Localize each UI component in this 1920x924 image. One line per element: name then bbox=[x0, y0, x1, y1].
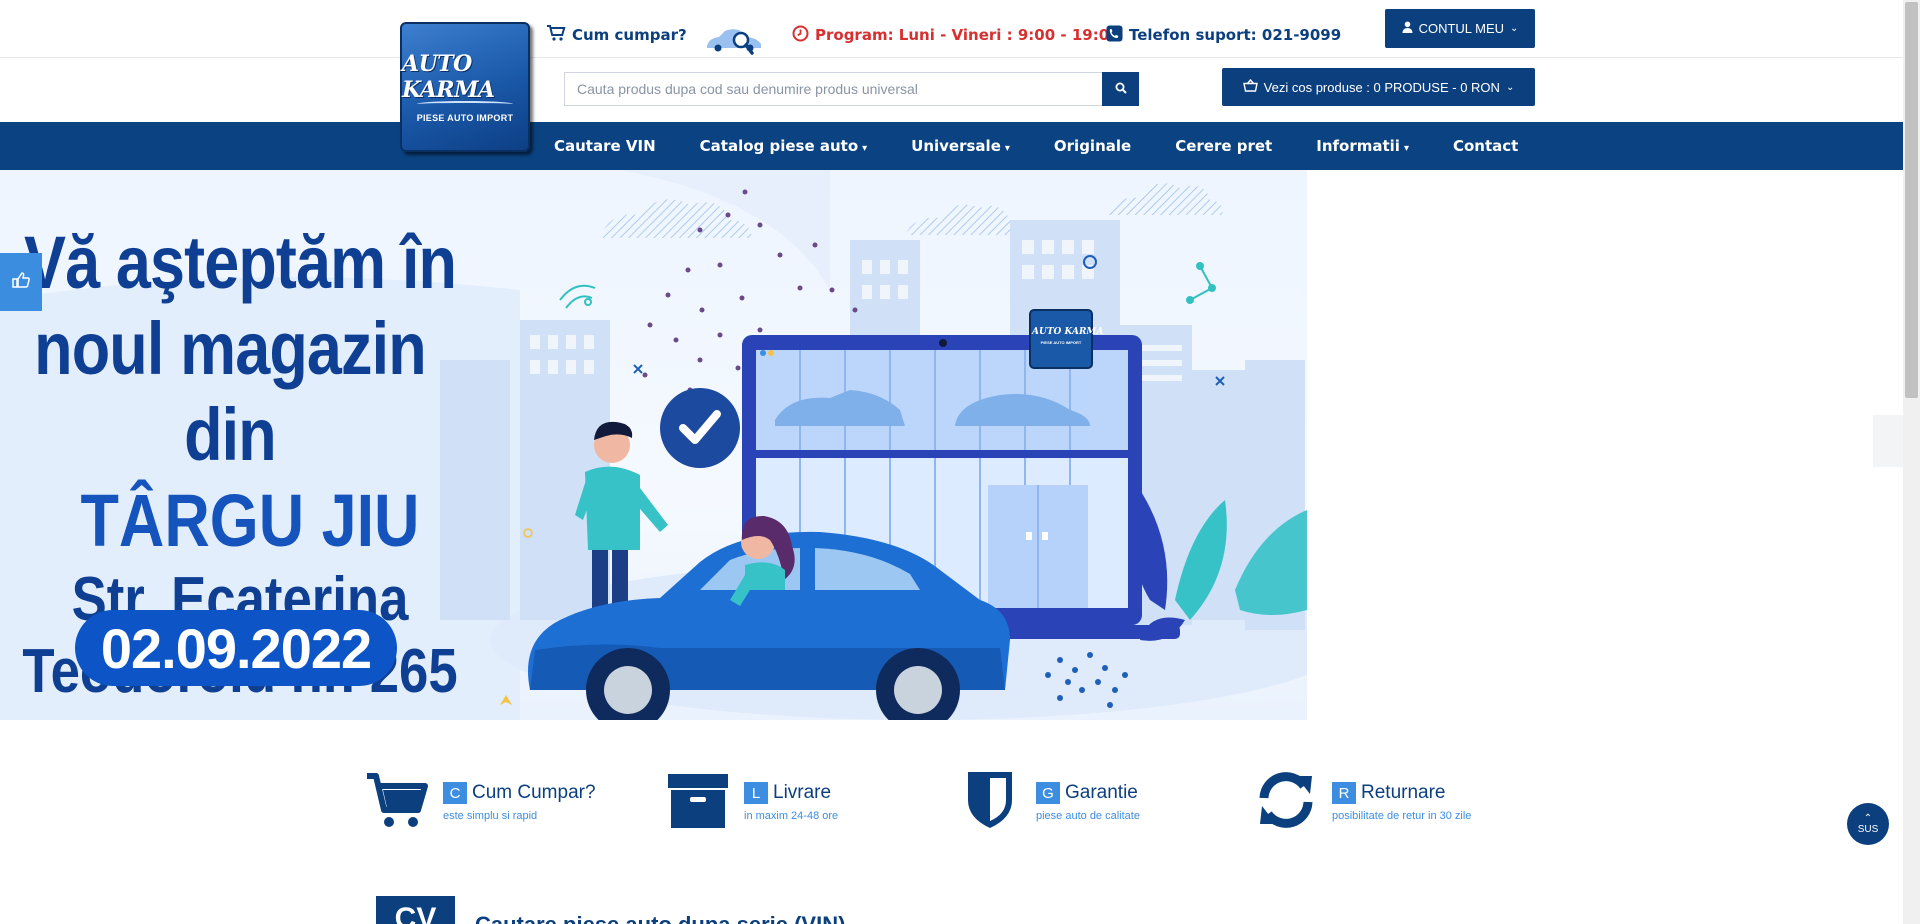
side-widget[interactable] bbox=[1873, 415, 1903, 467]
refresh-icon bbox=[1254, 770, 1318, 830]
scroll-top-label: SUS bbox=[1857, 824, 1879, 835]
feature-livrare[interactable]: L Livrare in maxim 24-48 ore bbox=[666, 770, 838, 840]
feedback-tab[interactable] bbox=[0, 253, 42, 311]
schedule-info: Program: Luni - Vineri : 9:00 - 19:00 bbox=[792, 24, 1120, 46]
feature-title: C Cum Cumpar? bbox=[443, 782, 596, 804]
feature-subtitle: este simplu si rapid bbox=[443, 810, 538, 822]
cart-icon bbox=[365, 770, 429, 830]
banner-line-3: TÂRGU JIU bbox=[80, 479, 420, 562]
main-nav: Cautare VIN Catalog piese auto ▾ Universa… bbox=[0, 122, 1903, 170]
search-bar bbox=[564, 72, 1139, 106]
nav-label: Informatii bbox=[1316, 137, 1400, 155]
how-to-buy-link[interactable]: Cum cumpar? bbox=[546, 24, 687, 46]
how-to-buy-label: Cum cumpar? bbox=[572, 26, 687, 44]
feature-returnare[interactable]: R Returnare posibilitate de retur in 30 z… bbox=[1254, 770, 1471, 840]
nav-label: Catalog piese auto bbox=[699, 137, 859, 155]
feature-title-text: Cum Cumpar? bbox=[472, 782, 596, 803]
search-input[interactable] bbox=[564, 72, 1102, 106]
site-logo[interactable]: AUTO KARMA PIESE AUTO IMPORT bbox=[400, 22, 530, 152]
feature-title: L Livrare bbox=[744, 782, 838, 804]
phone-icon bbox=[1106, 25, 1123, 46]
feature-text: G Garantie piese auto de calitate bbox=[1036, 770, 1140, 822]
feature-text: R Returnare posibilitate de retur in 30 z… bbox=[1332, 770, 1471, 822]
caret-down-icon: ▾ bbox=[1403, 143, 1409, 154]
car-search-icon[interactable] bbox=[705, 26, 765, 58]
logo-tagline: PIESE AUTO IMPORT bbox=[416, 113, 514, 123]
search-button[interactable] bbox=[1102, 72, 1139, 106]
nav-label: Contact bbox=[1452, 137, 1519, 155]
feature-subtitle: posibilitate de retur in 30 zile bbox=[1332, 810, 1472, 822]
caret-down-icon: ▾ bbox=[1004, 143, 1010, 154]
nav-item-originale[interactable]: Originale bbox=[1032, 137, 1153, 155]
feature-letter: C bbox=[443, 782, 467, 804]
promo-banner[interactable]: Vă aşteptăm în noul magazin din TÂRGU JI… bbox=[0, 170, 1307, 720]
phone-info[interactable]: Telefon suport: 021-9099 bbox=[1106, 24, 1341, 46]
page: AUTO KARMA PIESE AUTO IMPORT Cum cumpar?… bbox=[0, 0, 1920, 924]
nav-label: Universale bbox=[911, 137, 1001, 155]
shield-icon bbox=[958, 770, 1022, 830]
screen-logo-brand: AUTO KARMA bbox=[1032, 327, 1104, 337]
chevron-down-icon: ⌄ bbox=[1505, 81, 1515, 93]
nav-item-contact[interactable]: Contact bbox=[1431, 137, 1540, 155]
feature-text: C Cum Cumpar? este simplu si rapid bbox=[443, 770, 596, 822]
user-icon bbox=[1402, 21, 1413, 36]
nav-item-universale[interactable]: Universale ▾ bbox=[889, 137, 1032, 155]
cart-button[interactable]: Vezi cos produse : 0 PRODUSE - 0 RON ⌄ bbox=[1222, 68, 1535, 106]
feature-title-text: Livrare bbox=[773, 782, 832, 803]
cart-icon bbox=[546, 24, 566, 46]
nav-item-informatii[interactable]: Informatii ▾ bbox=[1294, 137, 1431, 155]
chevron-up-icon: ⌃ bbox=[1863, 813, 1873, 824]
feature-garantie[interactable]: G Garantie piese auto de calitate bbox=[958, 770, 1140, 840]
feature-text: L Livrare in maxim 24-48 ore bbox=[744, 770, 838, 822]
cart-label: Vezi cos produse : 0 PRODUSE - 0 RON bbox=[1263, 79, 1500, 95]
feature-title-text: Returnare bbox=[1361, 782, 1446, 803]
feature-cum-cumpar[interactable]: C Cum Cumpar? este simplu si rapid bbox=[365, 770, 596, 840]
feature-title-text: Garantie bbox=[1065, 782, 1138, 803]
nav-label: Originale bbox=[1053, 137, 1132, 155]
account-button[interactable]: CONTUL MEU ⌄ bbox=[1385, 9, 1535, 48]
vin-section-title: Cautare piese auto dupa serie (VIN) bbox=[475, 912, 845, 924]
chevron-down-icon: ⌄ bbox=[1510, 23, 1519, 34]
feature-subtitle: in maxim 24-48 ore bbox=[744, 810, 839, 822]
nav-item-catalog[interactable]: Catalog piese auto ▾ bbox=[678, 137, 890, 155]
screen-logo: AUTO KARMA PIESE AUTO IMPORT bbox=[1032, 315, 1104, 363]
phone-text: Telefon suport: 021-9099 bbox=[1129, 26, 1342, 44]
banner-line-2: noul magazin din bbox=[34, 307, 427, 476]
nav-label: Cautare VIN bbox=[554, 137, 656, 155]
feature-title: G Garantie bbox=[1036, 782, 1140, 804]
account-label: CONTUL MEU bbox=[1418, 21, 1505, 36]
schedule-text: Program: Luni - Vineri : 9:00 - 19:00 bbox=[815, 26, 1120, 44]
banner-line-1: Vă aşteptăm în bbox=[23, 221, 457, 304]
banner-date: 02.09.2022 bbox=[75, 610, 397, 686]
nav-item-cerere-pret[interactable]: Cerere pret bbox=[1153, 137, 1294, 155]
logo-brand: AUTO KARMA bbox=[402, 51, 495, 103]
box-icon bbox=[666, 770, 730, 830]
feature-title: R Returnare bbox=[1332, 782, 1471, 804]
nav-label: Cerere pret bbox=[1175, 137, 1273, 155]
feature-letter: R bbox=[1332, 782, 1356, 804]
search-icon bbox=[1115, 82, 1127, 97]
screen-logo-tagline: PIESE AUTO IMPORT bbox=[1040, 340, 1082, 345]
clock-icon bbox=[792, 25, 809, 46]
nav-items: Cautare VIN Catalog piese auto ▾ Universa… bbox=[532, 122, 1540, 170]
feature-subtitle: piese auto de calitate bbox=[1036, 810, 1140, 822]
logo-swoosh bbox=[417, 101, 513, 107]
nav-item-cautare-vin[interactable]: Cautare VIN bbox=[532, 137, 678, 155]
feature-letter: G bbox=[1036, 782, 1060, 804]
thumbs-up-icon bbox=[12, 271, 30, 293]
scrollbar-thumb[interactable] bbox=[1905, 2, 1918, 398]
feature-letter: L bbox=[744, 782, 768, 804]
scroll-top-button[interactable]: ⌃ SUS bbox=[1847, 803, 1889, 845]
basket-icon bbox=[1242, 78, 1258, 95]
caret-down-icon: ▾ bbox=[862, 143, 868, 154]
vin-section-badge: CV bbox=[376, 896, 455, 924]
